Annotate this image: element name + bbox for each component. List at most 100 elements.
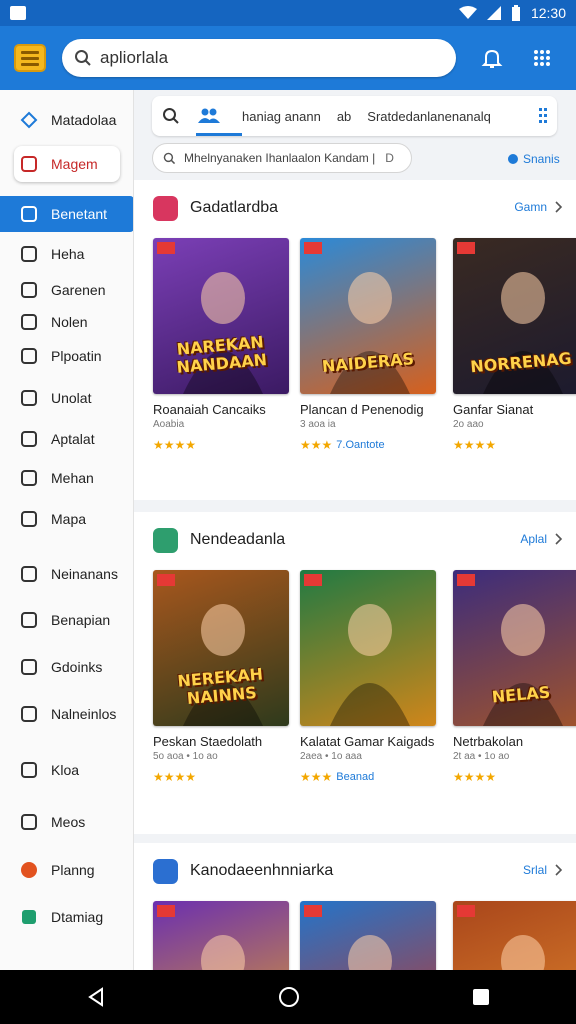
age-badge (157, 905, 175, 917)
game-title: Netrbakolan (453, 734, 524, 749)
game-card[interactable]: NELAS Netrbakolan 2t aa • 1o ao ★★★★ (453, 570, 576, 784)
game-rating: ★★★★ (153, 770, 291, 784)
search-icon[interactable] (162, 107, 180, 125)
filter-caret: D (385, 151, 394, 165)
see-all-link[interactable]: Srlal (523, 863, 563, 877)
sidebar-item-label: Matadolaa (51, 112, 117, 128)
search-value: apliorlala (100, 48, 169, 67)
sidebar-item-16[interactable]: Meos (0, 804, 133, 840)
sidebar-item-9[interactable]: Mehan (0, 460, 133, 496)
game-cover-image[interactable]: NAIDERAS (300, 238, 436, 394)
notifications-button[interactable] (478, 44, 506, 72)
game-meta: 2aea • 1o aaa (300, 751, 362, 762)
bell-icon (481, 49, 503, 68)
camera-icon (20, 813, 38, 831)
sidebar-item-17[interactable]: Planng (0, 852, 133, 888)
recents-icon[interactable] (472, 988, 490, 1006)
game-cover-image[interactable] (300, 570, 436, 726)
sidebar-item-12[interactable]: Benapian (0, 602, 133, 638)
sidebar-item-3[interactable]: Heha (0, 236, 133, 272)
sidebar-item-label: Mehan (51, 470, 94, 486)
tab-2[interactable]: Sratdedanlanenanalq (367, 109, 491, 124)
sidebar-item-14[interactable]: Nalneinlos (0, 696, 133, 732)
game-cover-image[interactable]: NEREKAH NAINNS (153, 570, 289, 726)
palette-icon (20, 245, 38, 263)
square-icon (20, 658, 38, 676)
chat-icon (20, 313, 38, 331)
age-badge (304, 905, 322, 917)
app-bar: apliorlala (0, 26, 576, 90)
search-icon (75, 50, 91, 66)
sidebar-item-6[interactable]: Plpoatin (0, 338, 133, 374)
see-all-link[interactable]: Aplal (520, 532, 563, 546)
sidebar-item-1[interactable]: Magem (14, 146, 120, 182)
sidebar-item-15[interactable]: Kloa (0, 752, 133, 788)
clock: 12:30 (530, 5, 566, 21)
filter-value: Mhelnyanaken Ihanlaalon Kandam | (184, 151, 376, 165)
game-card[interactable]: Kalatat Gamar Kaigads 2aea • 1o aaa ★★★ B… (300, 570, 438, 784)
rating-stars: ★★★★ (453, 438, 497, 452)
sidebar-item-label: Planng (51, 862, 95, 878)
sort-button[interactable]: Snanis (508, 152, 560, 166)
game-cover-image[interactable]: NORRENAG (453, 238, 576, 394)
sidebar-item-4[interactable]: Garenen (0, 272, 133, 308)
apps-button[interactable] (528, 44, 556, 72)
game-title: Roanaiah Cancaiks (153, 402, 266, 417)
section-icon (153, 858, 178, 884)
sidebar-item-label: Magem (51, 156, 98, 172)
game-title: Ganfar Sianat (453, 402, 534, 417)
search-input[interactable]: apliorlala (62, 39, 456, 77)
people-icon[interactable] (198, 108, 220, 124)
game-title: Plancan d Penenodig (300, 402, 424, 417)
sidebar-item-label: Nalneinlos (51, 706, 117, 722)
chevron-right-icon (555, 864, 563, 876)
game-meta: 5o aoa • 1o ao (153, 751, 218, 762)
sidebar-item-13[interactable]: Gdoinks (0, 649, 133, 685)
tab-0[interactable]: haniag anann (242, 109, 321, 124)
sidebar-item-label: Plpoatin (51, 348, 102, 364)
game-card[interactable]: NORRENAG Ganfar Sianat 2o aao ★★★★ (453, 238, 576, 452)
game-title: Kalatat Gamar Kaigads (300, 734, 435, 749)
sidebar-item-5[interactable]: Nolen (0, 304, 133, 340)
section-icon (153, 195, 178, 221)
sidebar-item-11[interactable]: Neinanans (0, 556, 133, 592)
sidebar-item-label: Aptalat (51, 431, 95, 447)
notification-icon (10, 6, 26, 20)
filter-input[interactable]: Mhelnyanaken Ihanlaalon Kandam | D (152, 143, 412, 173)
sidebar-item-label: Dtamiag (51, 909, 104, 925)
tab-1[interactable]: ab (337, 109, 351, 124)
sidebar-item-18[interactable]: Dtamiag (0, 899, 133, 935)
tab-bar: haniag anann ab Sratdedanlanenanalq (152, 96, 557, 136)
sidebar-item-label: Neinanans (51, 566, 118, 582)
section-title: Kanodaeenhnniarka (190, 862, 334, 879)
sidebar-item-0[interactable]: Matadolaa (0, 102, 133, 138)
game-rating: ★★★ Beanad (300, 770, 438, 784)
calendar-icon (20, 510, 38, 528)
game-cover-image[interactable]: NAREKAN NANDAAN (153, 238, 289, 394)
game-card[interactable]: NEREKAH NAINNS Peskan Staedolath 5o aoa • … (153, 570, 291, 784)
grid-dots-icon (534, 50, 550, 66)
home-icon[interactable] (278, 986, 300, 1008)
more-icon[interactable] (539, 107, 547, 125)
sidebar-item-10[interactable]: Mapa (0, 501, 133, 537)
game-rating: ★★★★ (453, 770, 576, 784)
section-header: Gadatlardba Gamn (153, 194, 563, 222)
sidebar-item-label: Gdoinks (51, 659, 103, 675)
sidebar-item-label: Benetant (51, 206, 108, 222)
back-icon[interactable] (86, 987, 106, 1007)
sidebar-item-label: Garenen (51, 282, 106, 298)
chevron-right-icon (555, 201, 563, 213)
see-all-link[interactable]: Gamn (514, 200, 563, 214)
game-cover-image[interactable]: NELAS (453, 570, 576, 726)
mail-icon (20, 430, 38, 448)
menu-button[interactable] (14, 44, 46, 72)
sidebar-item-7[interactable]: Unolat (0, 380, 133, 416)
rating-stars: ★★★★ (153, 438, 197, 452)
age-badge (457, 574, 475, 586)
sidebar-item-2[interactable]: Benetant (0, 196, 133, 232)
game-card[interactable]: NAIDERAS Plancan d Penenodig 3 aoa ia ★★★ … (300, 238, 438, 452)
game-card[interactable]: NAREKAN NANDAAN Roanaiah Cancaiks Aoabia ★… (153, 238, 291, 452)
wifi-icon (458, 6, 477, 19)
sidebar-item-8[interactable]: Aptalat (0, 421, 133, 457)
sort-label: Snanis (523, 152, 560, 166)
